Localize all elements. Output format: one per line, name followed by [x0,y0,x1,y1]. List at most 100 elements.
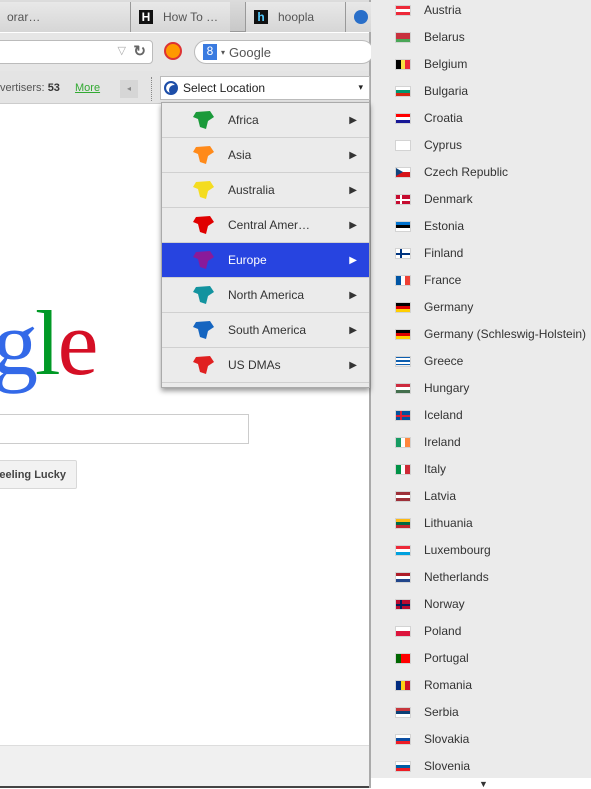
more-link[interactable]: More [75,82,100,94]
submenu-arrow-icon: ▶ [349,219,357,231]
flag-icon [395,544,411,556]
country-item[interactable]: Norway [371,591,591,618]
browser-tab[interactable]: orar… [0,2,130,32]
country-item[interactable]: Estonia [371,213,591,240]
country-label: Croatia [424,111,463,125]
flag-icon [395,166,411,178]
country-item[interactable]: Germany (Schleswig-Holstein) [371,321,591,348]
country-item[interactable]: Belgium [371,51,591,78]
tab-bar: orar… H How To … hhooplahhoopla [0,0,407,32]
country-item[interactable]: Ireland [371,429,591,456]
region-item-us-dmas[interactable]: US DMAs ▶ [162,348,369,383]
region-item-africa[interactable]: Africa ▶ [162,103,369,138]
country-label: Serbia [424,705,459,719]
flag-icon [395,85,411,97]
ad-block-icon[interactable] [164,42,182,60]
engine-dropdown-icon[interactable]: ▾ [221,48,225,57]
country-label: Slovenia [424,759,471,773]
navigation-bar: ▽ ↻ 8 ▾ Google [0,33,374,71]
country-item[interactable]: Bulgaria [371,78,591,105]
continent-map-icon [193,146,214,164]
country-label: Slovakia [424,732,470,746]
logo-letter: e [57,292,99,394]
flag-icon [395,463,411,475]
country-item[interactable]: Germany [371,294,591,321]
feeling-lucky-button[interactable]: eeling Lucky [0,460,77,489]
browser-window: orar… H How To … hhooplahhoopla ▽ ↻ 8 ▾ Goo… [0,0,407,788]
select-location-dropdown[interactable]: Select Location ▾ [160,76,370,100]
flag-icon [395,301,411,313]
country-item[interactable]: Croatia [371,105,591,132]
country-item[interactable]: Hungary [371,375,591,402]
country-item[interactable]: Slovenia [371,753,591,780]
country-item[interactable]: France [371,267,591,294]
collapse-button[interactable]: ◂ [120,80,138,98]
country-label: Denmark [424,192,473,206]
region-label: Europe [228,253,267,267]
country-item[interactable]: Poland [371,618,591,645]
region-item-europe[interactable]: Europe ▶ [162,243,369,278]
region-item-central-amer[interactable]: Central Amer… ▶ [162,208,369,243]
submenu-arrow-icon: ▶ [349,114,357,126]
tab-title: How To … [163,10,219,24]
country-item[interactable]: Latvia [371,483,591,510]
country-label: France [424,273,462,287]
scroll-down-button[interactable]: ▼ [371,778,591,789]
country-label: Portugal [424,651,469,665]
advertisers-count: vertisers: 53 [0,82,60,94]
flag-icon [395,328,411,340]
browser-tab[interactable]: hhoopla [245,2,345,32]
continent-map-icon [193,111,214,129]
scroll-down-icon[interactable]: ▼ [479,780,488,789]
country-item[interactable]: Romania [371,672,591,699]
country-label: Hungary [424,381,470,395]
country-item[interactable]: Greece [371,348,591,375]
chevron-down-icon: ▾ [358,82,363,92]
flag-icon [395,409,411,421]
submenu-arrow-icon: ▶ [349,359,357,371]
country-label: Germany (Schleswig-Holstein) [424,327,587,341]
region-label: US DMAs [228,358,281,372]
country-item[interactable]: Slovakia [371,726,591,753]
country-item[interactable]: Portugal [371,645,591,672]
country-item[interactable]: Finland [371,240,591,267]
country-item[interactable]: Belarus [371,24,591,51]
submenu-arrow-icon: ▶ [349,254,357,266]
country-item[interactable]: Lithuania [371,510,591,537]
country-item[interactable]: Austria [371,0,591,24]
flag-icon [395,112,411,124]
country-item[interactable]: Iceland [371,402,591,429]
flag-icon [395,679,411,691]
hoopla-icon: h [254,10,268,24]
region-item-asia[interactable]: Asia ▶ [162,138,369,173]
country-item[interactable]: Italy [371,456,591,483]
google-engine-icon[interactable]: 8 [203,44,217,60]
country-item[interactable]: Denmark [371,186,591,213]
country-item[interactable]: Luxembourg [371,537,591,564]
advertisers-label: vertisers: [0,82,45,94]
toolbar-separator [151,77,152,101]
country-item[interactable]: Netherlands [371,564,591,591]
google-search-input[interactable] [0,414,249,444]
region-item-south-america[interactable]: South America ▶ [162,313,369,348]
flag-icon [395,355,411,367]
region-item-australia[interactable]: Australia ▶ [162,173,369,208]
country-label: Germany [424,300,474,314]
country-item[interactable]: Czech Republic [371,159,591,186]
tab-title: hoopla [278,10,315,24]
flag-icon [395,598,411,610]
country-item[interactable]: Cyprus [371,132,591,159]
reload-icon[interactable]: ↻ [133,42,146,60]
browser-tab[interactable]: H How To … [130,2,230,32]
select-location-label: Select Location [183,81,266,95]
region-item-north-america[interactable]: North America ▶ [162,278,369,313]
history-dropdown-icon[interactable]: ▽ [118,44,126,57]
country-item[interactable]: Serbia [371,699,591,726]
search-placeholder: Google [229,44,271,60]
country-submenu: ▼ Austria Belarus Belgium Bulgaria Croatia Cy… [371,0,591,789]
url-field[interactable]: ▽ ↻ [0,40,153,64]
continent-map-icon [193,216,214,234]
google-logo: gle [0,290,99,396]
search-field[interactable]: 8 ▾ Google [194,40,374,64]
country-label: Latvia [424,489,457,503]
